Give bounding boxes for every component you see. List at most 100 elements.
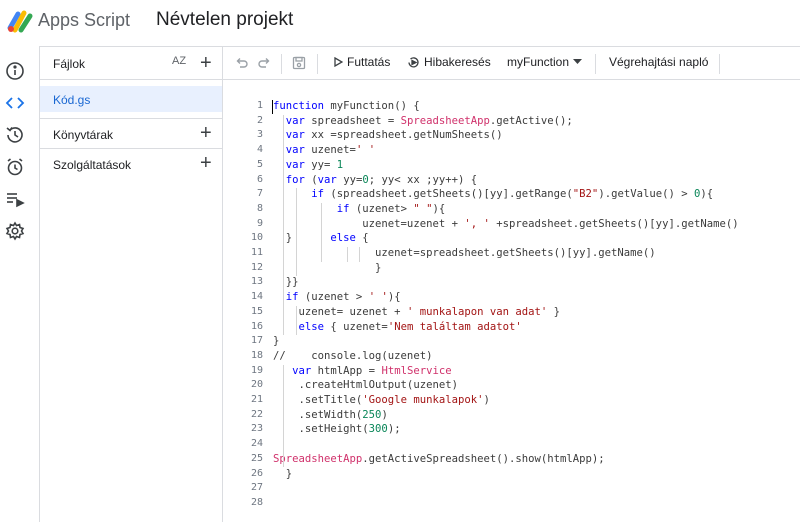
text-cursor — [272, 100, 273, 114]
section-libraries[interactable]: Könyvtárak + — [40, 118, 223, 148]
undo-icon[interactable] — [235, 56, 249, 70]
top-bar: Apps Script Névtelen projekt — [0, 0, 800, 46]
toolbar-divider — [719, 54, 720, 74]
line-number: 15 — [250, 305, 263, 317]
log-label: Végrehajtási napló — [609, 55, 709, 69]
files-title: Fájlok — [53, 57, 86, 71]
add-library-icon[interactable]: + — [200, 123, 212, 143]
code-line[interactable]: .createHtmlOutput(uzenet) — [273, 379, 458, 391]
code-editor[interactable]: 1 2 3 4 5 6 7 8 9 10 11 12 13 14 15 16 17 18 19 20 21 22 23 24 2… — [223, 80, 800, 522]
code-line[interactable]: var uzenet=' ' — [273, 144, 375, 156]
line-number: 11 — [250, 247, 263, 258]
toolbar-divider — [595, 54, 596, 74]
execution-log-button[interactable]: Végrehajtási napló — [609, 55, 708, 69]
line-number: 28 — [250, 496, 263, 508]
debug-label: Hibakeresés — [424, 55, 491, 69]
toolbar-divider — [317, 54, 318, 74]
function-label: myFunction — [507, 55, 570, 69]
add-file-icon[interactable]: + — [200, 53, 212, 73]
line-number: 3 — [256, 129, 263, 141]
line-number: 8 — [256, 202, 263, 214]
code-line[interactable]: uzenet=spreadsheet.getSheets()[yy].getNa… — [273, 247, 656, 259]
code-line[interactable]: } — [273, 468, 292, 480]
line-number: 22 — [250, 408, 263, 420]
indent-guide — [283, 364, 284, 468]
line-number: 26 — [250, 467, 263, 479]
history-icon[interactable] — [4, 124, 26, 146]
files-header: Fájlok AZ + — [40, 46, 223, 80]
section-services[interactable]: Szolgáltatások + — [40, 148, 223, 178]
code-line[interactable]: } — [273, 335, 279, 347]
line-number: 10 — [250, 232, 263, 244]
code-line[interactable]: .setHeight(300); — [273, 423, 401, 435]
code-line[interactable]: for (var yy=0; yy< xx ;yy++) { — [273, 174, 477, 186]
alarm-icon[interactable] — [4, 156, 26, 178]
indent-guide — [359, 247, 360, 262]
code-line[interactable]: if (uzenet> " "){ — [273, 203, 445, 215]
line-number: 14 — [250, 291, 263, 303]
code-line[interactable]: SpreadsheetApp.getActiveSpreadsheet().sh… — [273, 453, 605, 465]
code-line[interactable]: else { uzenet='Nem találtam adatot' — [273, 321, 522, 333]
line-number: 25 — [250, 452, 263, 464]
code-line[interactable]: } — [273, 262, 381, 274]
info-icon[interactable] — [4, 60, 26, 82]
editor-toolbar: Futtatás Hibakeresés myFunction Végrehaj… — [223, 46, 800, 80]
code-line[interactable]: uzenet= uzenet + ' munkalapon van adat' … — [273, 306, 561, 318]
line-number: 24 — [250, 438, 263, 450]
code-line[interactable]: if (uzenet > ' '){ — [273, 291, 401, 303]
sort-az-icon[interactable]: AZ — [172, 55, 186, 67]
code-line[interactable]: .setTitle('Google munkalapok') — [273, 394, 490, 406]
executions-icon[interactable] — [4, 188, 26, 210]
line-number: 5 — [256, 158, 263, 170]
code-line[interactable]: uzenet=uzenet + ', ' +spreadsheet.getShe… — [273, 218, 738, 230]
app-name[interactable]: Apps Script — [38, 10, 130, 31]
line-number: 6 — [256, 173, 263, 185]
line-number: 21 — [250, 394, 263, 405]
indent-guide — [283, 114, 284, 336]
line-number: 17 — [250, 335, 263, 347]
line-number: 16 — [250, 320, 263, 332]
indent-guide — [347, 247, 348, 262]
code-line[interactable]: var xx =spreadsheet.getNumSheets() — [273, 129, 503, 141]
line-number: 23 — [250, 423, 263, 435]
indent-guide — [296, 188, 297, 277]
line-number: 27 — [250, 482, 263, 494]
debug-button[interactable]: Hibakeresés — [407, 55, 491, 69]
line-number: 4 — [256, 144, 263, 156]
function-select[interactable]: myFunction — [507, 55, 583, 69]
code-line[interactable]: var htmlApp = HtmlService — [273, 365, 451, 377]
add-service-icon[interactable]: + — [200, 153, 212, 173]
file-name: Kód.gs — [53, 93, 91, 107]
run-button[interactable]: Futtatás — [333, 55, 390, 69]
section-label: Szolgáltatások — [53, 158, 132, 172]
code-line[interactable]: .setWidth(250) — [273, 409, 388, 421]
code-line[interactable]: // console.log(uzenet) — [273, 350, 432, 362]
files-panel: Fájlok AZ + Kód.gs Könyvtárak + Szolgált… — [40, 46, 223, 522]
file-item-kod-gs[interactable]: Kód.gs — [40, 86, 222, 112]
line-number: 1 — [256, 100, 263, 111]
code-line[interactable]: }} — [273, 276, 299, 288]
toolbar-divider — [281, 54, 282, 74]
run-label: Futtatás — [347, 55, 391, 69]
indent-guide — [321, 202, 322, 262]
project-title[interactable]: Névtelen projekt — [156, 9, 293, 31]
redo-icon[interactable] — [257, 56, 271, 70]
code-line[interactable]: if (spreadsheet.getSheets()[yy].getRange… — [273, 188, 713, 200]
line-number: 12 — [250, 261, 263, 273]
line-number: 7 — [256, 188, 263, 200]
left-rail — [0, 46, 40, 522]
line-number: 13 — [250, 276, 263, 288]
save-icon[interactable] — [292, 56, 306, 70]
code-line[interactable]: var spreadsheet = SpreadsheetApp.getActi… — [273, 115, 573, 127]
line-number: 9 — [256, 217, 263, 229]
section-label: Könyvtárak — [53, 128, 114, 142]
line-number: 19 — [250, 364, 263, 376]
indent-guide — [296, 305, 297, 336]
code-line[interactable]: function myFunction() { — [273, 100, 420, 112]
chevron-down-icon — [573, 59, 583, 64]
line-number: 20 — [250, 379, 263, 391]
settings-icon[interactable] — [4, 220, 26, 242]
code-icon[interactable] — [4, 92, 26, 114]
apps-script-logo-icon[interactable] — [6, 8, 34, 34]
line-number: 18 — [250, 349, 263, 361]
